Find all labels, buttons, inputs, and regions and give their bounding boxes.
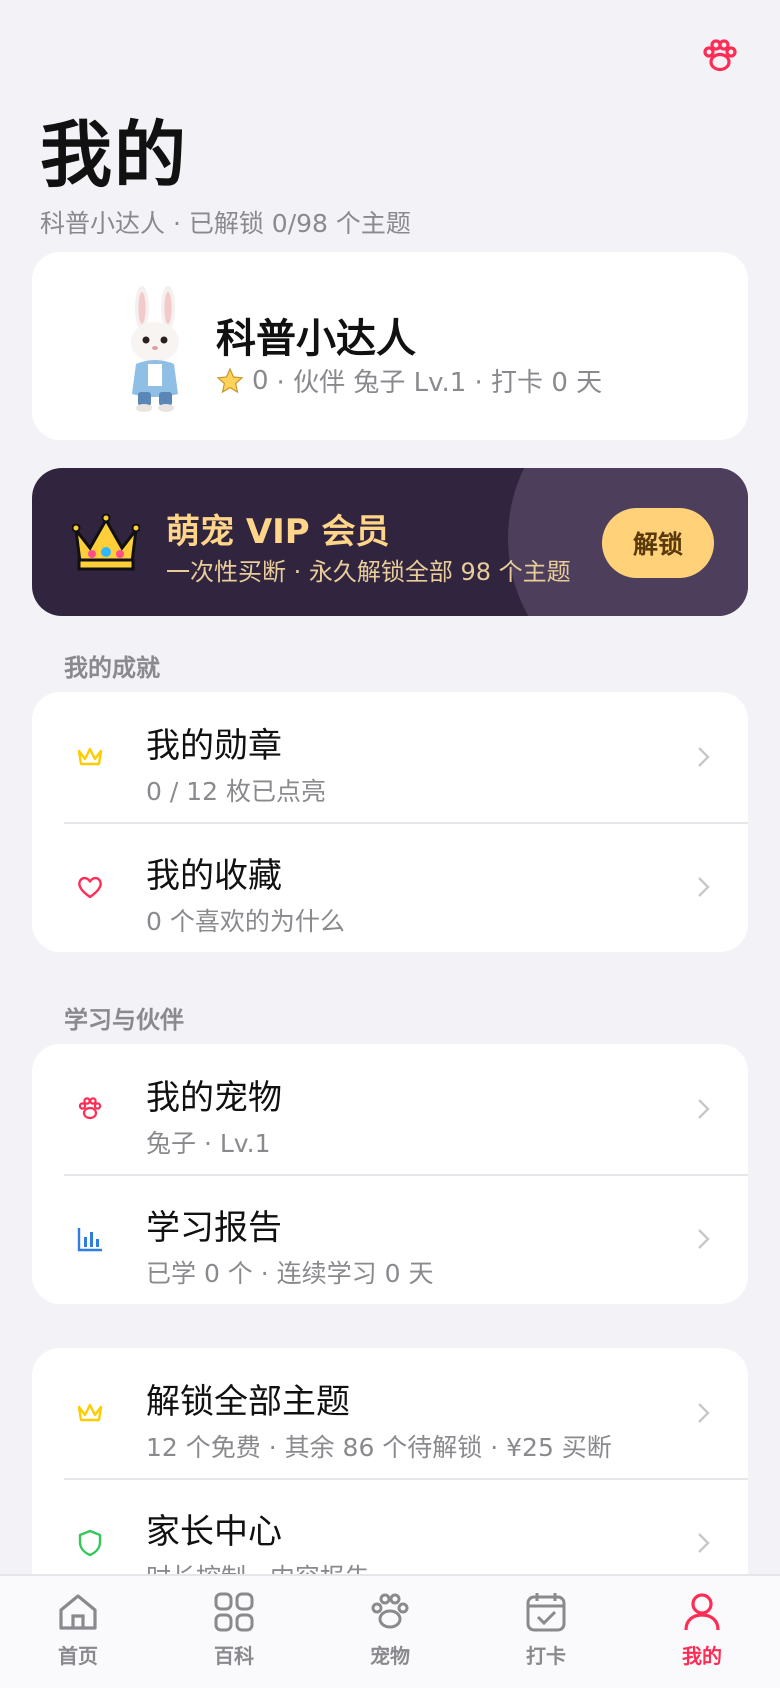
section-label-learning: 学习与伙伴 — [64, 1006, 184, 1034]
home-icon — [59, 1594, 97, 1630]
chevron-right-icon — [698, 747, 710, 767]
vip-banner[interactable]: 萌宠 VIP 会员 一次性买断 · 永久解锁全部 98 个主题 解锁 — [32, 468, 748, 616]
chevron-right-icon — [698, 1229, 710, 1249]
star-count: 0 — [252, 365, 269, 396]
grid-icon — [214, 1592, 254, 1632]
tab-label: 宠物 — [370, 1644, 410, 1668]
bar-chart-icon — [77, 1228, 102, 1252]
learning-list: 我的宠物 兔子 · Lv.1 学习报告 已学 0 个 · 连续学习 0 天 — [32, 1044, 748, 1304]
page-header: 我的 科普小达人 · 已解锁 0/98 个主题 — [40, 110, 411, 240]
tab-label: 百科 — [214, 1644, 254, 1668]
row-subtitle: 已学 0 个 · 连续学习 0 天 — [146, 1259, 434, 1288]
list-item-pet[interactable]: 我的宠物 兔子 · Lv.1 — [32, 1044, 748, 1174]
heart-icon — [78, 876, 102, 899]
person-icon — [684, 1593, 720, 1631]
chevron-right-icon — [698, 1403, 710, 1423]
list-item-unlock-all[interactable]: 解锁全部主题 12 个免费 · 其余 86 个待解锁 · ¥25 买断 — [32, 1348, 748, 1478]
shield-icon — [78, 1529, 102, 1557]
crown-icon — [77, 747, 103, 766]
row-title: 学习报告 — [146, 1208, 282, 1248]
row-subtitle: 12 个免费 · 其余 86 个待解锁 · ¥25 买断 — [146, 1433, 612, 1462]
list-item-report[interactable]: 学习报告 已学 0 个 · 连续学习 0 天 — [32, 1174, 748, 1304]
row-title: 我的收藏 — [146, 856, 282, 896]
paw-icon[interactable] — [700, 36, 740, 76]
row-title: 我的宠物 — [146, 1078, 282, 1118]
section-label-achievements: 我的成就 — [64, 654, 160, 682]
star-icon — [216, 367, 244, 393]
profile-card[interactable]: 科普小达人 0 · 伙伴 兔子 Lv.1 · 打卡 0 天 — [32, 252, 748, 440]
tab-checkin[interactable]: 打卡 — [468, 1576, 624, 1688]
profile-stats: 0 · 伙伴 兔子 Lv.1 · 打卡 0 天 — [216, 362, 602, 399]
chevron-right-icon — [698, 1099, 710, 1119]
vip-subtitle: 一次性买断 · 永久解锁全部 98 个主题 — [166, 558, 571, 586]
row-subtitle: 兔子 · Lv.1 — [146, 1129, 271, 1158]
rabbit-avatar — [131, 286, 179, 412]
list-item-medals[interactable]: 我的勋章 0 / 12 枚已点亮 — [32, 692, 748, 822]
page-subtitle: 科普小达人 · 已解锁 0/98 个主题 — [40, 209, 411, 238]
unlock-button[interactable]: 解锁 — [602, 508, 714, 578]
paw-icon — [78, 1097, 102, 1120]
chevron-right-icon — [698, 877, 710, 897]
tab-me[interactable]: 我的 — [624, 1576, 780, 1688]
chevron-right-icon — [698, 1533, 710, 1553]
tab-label: 首页 — [58, 1644, 98, 1668]
list-item-favorites[interactable]: 我的收藏 0 个喜欢的为什么 — [32, 822, 748, 952]
tab-label: 打卡 — [526, 1644, 566, 1668]
row-title: 我的勋章 — [146, 726, 282, 766]
tab-home[interactable]: 首页 — [0, 1576, 156, 1688]
crown-icon — [77, 1403, 103, 1422]
profile-name: 科普小达人 — [216, 316, 416, 362]
vip-title: 萌宠 VIP 会员 — [166, 512, 390, 552]
row-title: 解锁全部主题 — [146, 1382, 350, 1422]
page-title: 我的 — [40, 113, 189, 197]
crown-icon — [72, 513, 140, 571]
paw-icon — [371, 1593, 409, 1629]
calendar-check-icon — [526, 1593, 566, 1632]
achievements-list: 我的勋章 0 / 12 枚已点亮 我的收藏 0 个喜欢的为什么 — [32, 692, 748, 952]
tab-pet[interactable]: 宠物 — [312, 1576, 468, 1688]
row-subtitle: 0 个喜欢的为什么 — [146, 907, 345, 936]
profile-stats-text: · 伙伴 兔子 Lv.1 · 打卡 0 天 — [276, 368, 603, 398]
tab-bar: 首页 百科 宠物 打卡 我的 — [0, 1574, 780, 1688]
tab-encyclopedia[interactable]: 百科 — [156, 1576, 312, 1688]
row-subtitle: 0 / 12 枚已点亮 — [146, 777, 326, 806]
row-title: 家长中心 — [146, 1512, 282, 1552]
tab-label: 我的 — [682, 1644, 722, 1668]
